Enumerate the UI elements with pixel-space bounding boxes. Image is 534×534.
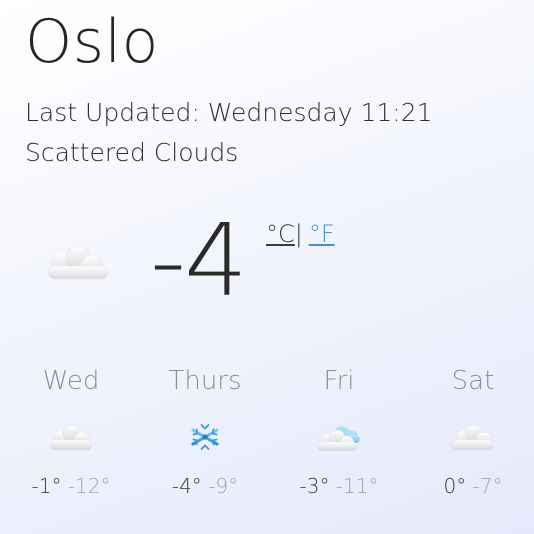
forecast-day-sat: Sat 0° -7°: [406, 362, 534, 498]
forecast-low: -7°: [472, 474, 503, 498]
forecast-temps: -1° -12°: [4, 474, 138, 498]
forecast-temps: -3° -11°: [272, 474, 406, 498]
forecast-day-wed: Wed -1° -12°: [4, 362, 138, 498]
cloud-icon: [42, 236, 112, 284]
cloud-icon: [44, 420, 98, 454]
weather-description: Scattered Clouds: [25, 138, 239, 167]
city-name: Oslo: [25, 7, 159, 77]
forecast-low: -11°: [335, 474, 379, 498]
forecast-high: -1°: [31, 474, 62, 498]
forecast-high: 0°: [443, 474, 467, 498]
forecast-high: -3°: [299, 474, 330, 498]
forecast-day-fri: Fri -3° -11°: [272, 362, 406, 498]
forecast-temps: -4° -9°: [138, 474, 272, 498]
forecast-temps: 0° -7°: [406, 474, 534, 498]
forecast-low: -12°: [67, 474, 111, 498]
forecast-day-thurs: Thurs -4° -9°: [138, 362, 272, 498]
celsius-link[interactable]: °C: [266, 220, 295, 248]
snowflake-icon: [178, 420, 232, 454]
forecast-row: Wed -1° -12° Thurs -4° -9° Fri -3° -11° …: [0, 362, 534, 522]
cloud-sun-icon: [312, 420, 366, 454]
forecast-day-name: Thurs: [168, 366, 242, 396]
unit-toggle: °C| °F: [266, 220, 335, 248]
current-temperature: -4: [150, 202, 248, 319]
forecast-low: -9°: [208, 474, 239, 498]
cloud-icon: [446, 420, 500, 454]
unit-separator: |: [294, 220, 303, 248]
last-updated-text: Last Updated: Wednesday 11:21: [25, 98, 433, 127]
forecast-day-name: Sat: [451, 366, 495, 396]
forecast-day-name: Fri: [323, 366, 355, 396]
fahrenheit-link[interactable]: °F: [309, 220, 335, 248]
forecast-day-name: Wed: [42, 366, 100, 396]
forecast-high: -4°: [171, 474, 202, 498]
